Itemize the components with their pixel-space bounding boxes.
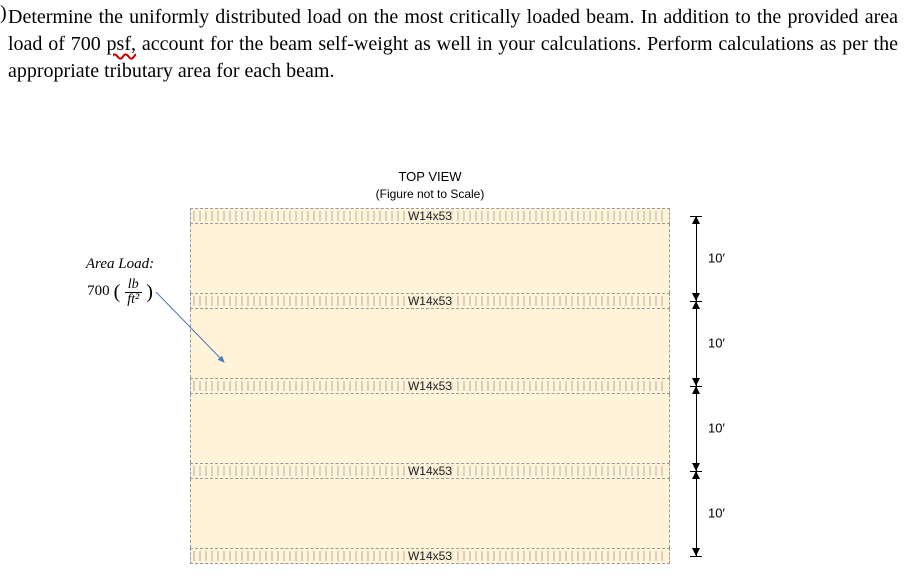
close-paren: ) xyxy=(146,282,153,302)
beam-label: W14x53 xyxy=(406,294,454,308)
area-load-title: Area Load: xyxy=(60,256,180,273)
beam-1: W14x53 xyxy=(190,208,670,224)
dim-line xyxy=(696,471,697,556)
dim-line xyxy=(696,386,697,471)
beam-label: W14x53 xyxy=(406,464,454,478)
figure-title-line1: TOP VIEW xyxy=(190,168,670,186)
dimension-label: 10′ xyxy=(708,506,725,521)
leader-line xyxy=(156,292,228,366)
beam-3: W14x53 xyxy=(190,378,670,394)
dimension-label: 10′ xyxy=(708,251,725,266)
arrow-down-icon xyxy=(692,293,700,301)
beam-5: W14x53 xyxy=(190,548,670,564)
dimension-label: 10′ xyxy=(708,336,725,351)
typo-word: psf, xyxy=(107,33,136,55)
area-load-value: 700 xyxy=(87,283,110,300)
open-paren: ( xyxy=(114,282,121,302)
arrow-down-icon xyxy=(692,463,700,471)
unit-numerator: lb xyxy=(125,278,142,293)
beam-label: W14x53 xyxy=(406,379,454,393)
unit-denominator: ft² xyxy=(124,293,142,307)
dimension-label: 10′ xyxy=(708,421,725,436)
arrow-down-icon xyxy=(692,548,700,556)
deck-panel xyxy=(190,224,670,293)
figure-region: TOP VIEW (Figure not to Scale) W14x53 W1… xyxy=(0,168,908,203)
arrow-down-icon xyxy=(692,378,700,386)
area-load-unit-fraction: lb ft² xyxy=(124,278,142,307)
top-view-diagram: W14x53 W14x53 W14x53 W14x53 W14x53 xyxy=(190,208,670,568)
question-text: Determine the uniformly distributed load… xyxy=(0,0,908,93)
dim-tick xyxy=(690,556,702,557)
dim-line xyxy=(696,216,697,301)
beam-4: W14x53 xyxy=(190,463,670,479)
dimension-column: 10′ 10′ 10′ 10′ xyxy=(680,208,740,568)
beam-label: W14x53 xyxy=(406,209,454,223)
beam-label: W14x53 xyxy=(406,549,454,563)
question-part2: account for the beam self-weight as well… xyxy=(8,33,898,82)
figure-title-line2: (Figure not to Scale) xyxy=(190,186,670,203)
question-marker: ) xyxy=(0,2,7,25)
deck-panel xyxy=(190,479,670,548)
dim-line xyxy=(696,301,697,386)
deck-panel xyxy=(190,309,670,378)
deck-panel xyxy=(190,394,670,463)
figure-title: TOP VIEW (Figure not to Scale) xyxy=(190,168,670,203)
beam-2: W14x53 xyxy=(190,293,670,309)
